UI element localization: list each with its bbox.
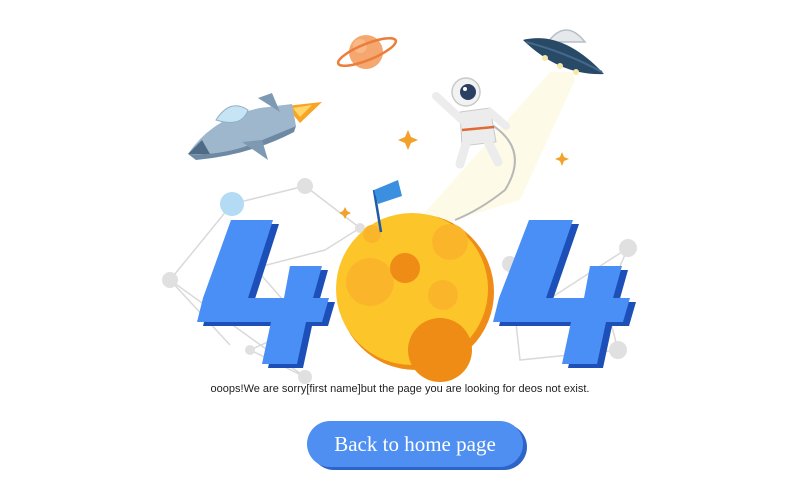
error-message: ooops!We are sorry[first name]but the pa… (210, 383, 590, 395)
small-planet-icon (220, 192, 244, 216)
digit-4-left-icon (197, 220, 335, 368)
ufo-icon (523, 29, 604, 75)
moon-icon (336, 213, 494, 382)
back-to-home-button[interactable]: Back to home page (307, 421, 523, 467)
rocket-icon (188, 93, 322, 160)
astronaut-icon (432, 77, 510, 169)
planet-icon (336, 35, 398, 69)
